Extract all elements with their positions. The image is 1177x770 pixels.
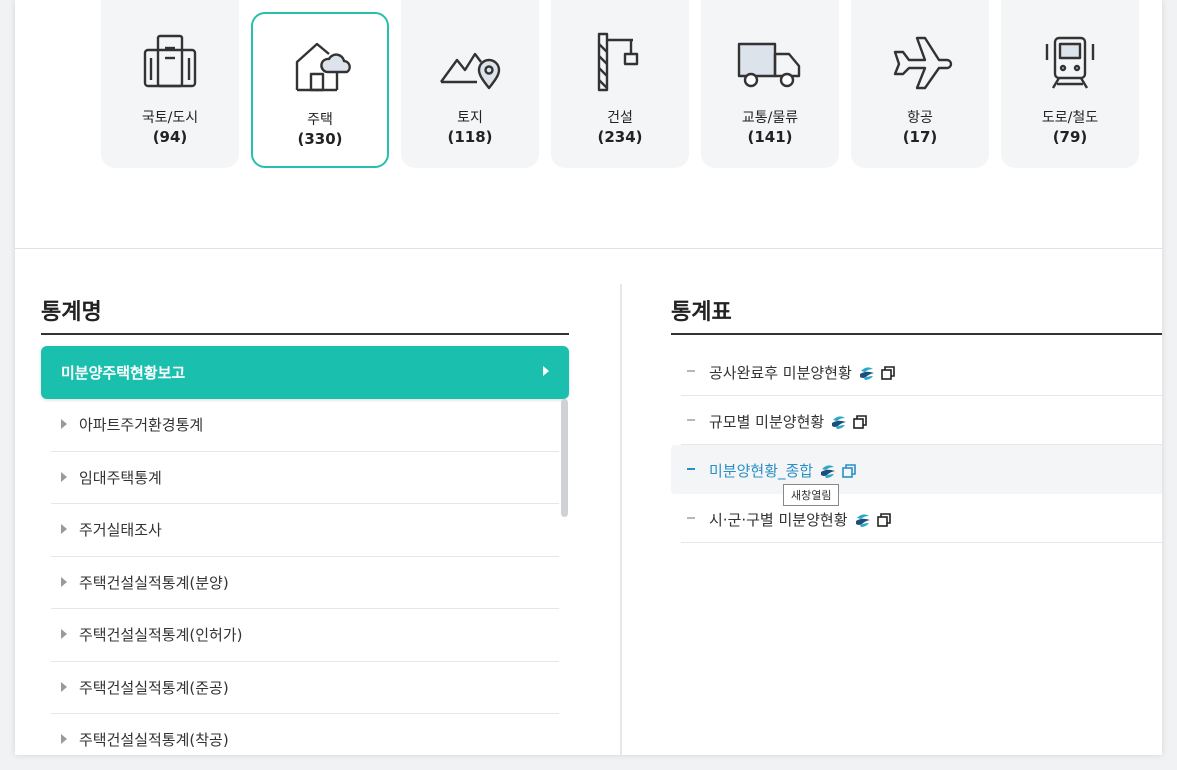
category-name: 교통/물류	[741, 110, 799, 126]
dash-icon	[687, 468, 695, 470]
category-card-transport[interactable]: 교통/물류 (141)	[701, 0, 839, 168]
airplane-icon	[885, 30, 955, 94]
list-item[interactable]: 주거실태조사	[51, 504, 559, 557]
category-card-land[interactable]: 토지 (118)	[401, 0, 539, 168]
train-icon	[1035, 30, 1105, 94]
table-item-label[interactable]: 규모별 미분양현황	[709, 413, 824, 431]
caret-right-icon	[61, 734, 67, 744]
list-item-label: 주거실태조사	[79, 521, 162, 539]
category-count: (79)	[1052, 128, 1088, 146]
category-count: (17)	[902, 128, 938, 146]
category-card-construction[interactable]: 건설 (234)	[551, 0, 689, 168]
category-name: 주택	[307, 112, 333, 128]
list-item-label: 주택건설실적통계(착공)	[79, 731, 229, 749]
category-count: (330)	[297, 130, 343, 148]
page-panel: 국토/도시 (94) 주택 (330) 토지 (118) 건설 (234) 교통…	[15, 0, 1162, 755]
category-name: 국토/도시	[141, 110, 199, 126]
caret-right-icon	[61, 681, 67, 692]
column-divider	[620, 284, 622, 755]
view-icon[interactable]	[819, 463, 837, 479]
table-item-label[interactable]: 미분양현황_종합	[709, 462, 813, 480]
dash-icon	[687, 517, 695, 519]
table-item[interactable]: 공사완료후 미분양현황	[681, 347, 1162, 396]
list-item-label: 임대주택통계	[79, 468, 162, 487]
list-item[interactable]: 주택건설실적통계(분양)	[51, 557, 559, 609]
land-pin-icon	[435, 30, 505, 94]
caret-right-icon	[61, 576, 67, 587]
view-icon[interactable]	[830, 414, 848, 430]
table-item[interactable]: 시·군·구별 미분양현황	[681, 494, 1162, 543]
list-item[interactable]: 주택건설실적통계(인허가)	[51, 609, 559, 662]
stat-table-title: 통계표	[671, 300, 732, 325]
category-name: 항공	[907, 110, 933, 126]
house-cloud-icon	[285, 32, 355, 96]
category-count: (141)	[747, 128, 793, 146]
caret-right-icon	[61, 629, 67, 639]
new-window-icon[interactable]	[853, 414, 867, 429]
building-icon	[135, 30, 205, 94]
list-item-label: 아파트주거환경통계	[79, 416, 204, 434]
view-icon[interactable]	[858, 365, 876, 381]
caret-right-icon	[61, 419, 67, 429]
stat-item-label: 미분양주택현황보고	[61, 364, 186, 382]
stat-name-title: 통계명	[41, 300, 102, 325]
list-item[interactable]: 임대주택통계	[51, 452, 559, 504]
title-underline	[671, 333, 1162, 335]
table-item-label[interactable]: 시·군·구별 미분양현황	[709, 511, 848, 529]
stat-item-active[interactable]: 미분양주택현황보고	[41, 346, 569, 399]
category-name: 건설	[607, 110, 633, 126]
list-item-label: 주택건설실적통계(인허가)	[79, 626, 243, 644]
list-item[interactable]: 주택건설실적통계(착공)	[51, 714, 559, 755]
list-item-label: 주택건설실적통계(준공)	[79, 678, 229, 697]
scrollbar-thumb[interactable]	[561, 399, 568, 517]
arrow-right-icon	[543, 366, 549, 376]
tooltip: 새창열림	[783, 484, 840, 506]
view-icon[interactable]	[854, 512, 872, 528]
table-item-label[interactable]: 공사완료후 미분양현황	[709, 364, 852, 382]
new-window-icon[interactable]	[842, 463, 856, 478]
dash-icon	[687, 370, 695, 372]
stat-name-list: 아파트주거환경통계 임대주택통계 주거실태조사 주택건설실적통계(분양) 주택건…	[51, 399, 559, 755]
category-card-road-rail[interactable]: 도로/철도 (79)	[1001, 0, 1139, 168]
list-item-label: 주택건설실적통계(분양)	[79, 573, 229, 592]
caret-right-icon	[61, 524, 67, 534]
category-card-housing[interactable]: 주택 (330)	[251, 12, 389, 168]
title-underline	[41, 333, 569, 335]
category-card-aviation[interactable]: 항공 (17)	[851, 0, 989, 168]
category-card-land-city[interactable]: 국토/도시 (94)	[101, 0, 239, 168]
list-item[interactable]: 아파트주거환경통계	[51, 399, 559, 452]
category-count: (94)	[152, 128, 188, 146]
list-item[interactable]: 주택건설실적통계(준공)	[51, 662, 559, 714]
new-window-icon[interactable]	[876, 512, 891, 527]
category-name: 도로/철도	[1041, 110, 1099, 126]
caret-right-icon	[61, 471, 67, 482]
dash-icon	[687, 419, 695, 421]
table-item-hovered[interactable]: 미분양현황_종합	[671, 445, 1162, 494]
category-count: (118)	[447, 128, 493, 146]
crane-icon	[585, 30, 655, 94]
category-count: (234)	[597, 128, 643, 146]
table-item[interactable]: 규모별 미분양현황	[681, 396, 1162, 445]
new-window-icon[interactable]	[880, 365, 895, 380]
section-divider	[15, 248, 1162, 249]
truck-icon	[735, 30, 805, 94]
stat-table-list: 공사완료후 미분양현황 규모별 미분양현황 미분양현황_종합 시·군·구별 미분…	[671, 347, 1162, 543]
category-name: 토지	[457, 110, 483, 126]
